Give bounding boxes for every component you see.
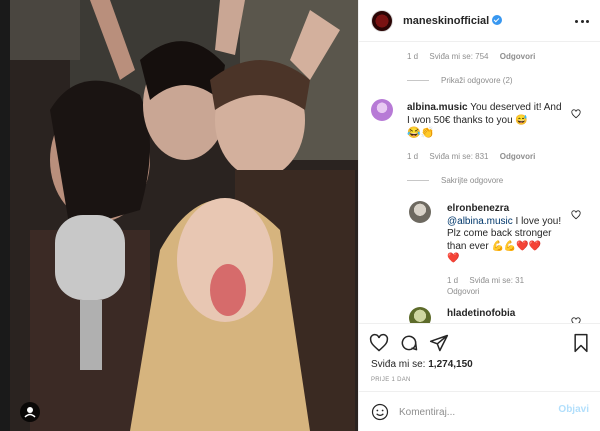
post-timestamp[interactable]: PRIJE 1 DAN: [371, 377, 411, 383]
author-avatar[interactable]: [371, 10, 393, 32]
post-details-panel: maneskinofficial 1 d Sviđa mi se: 754 Od…: [358, 0, 600, 431]
comment-meta: 1 d Sviđa mi se: 831 Odgovori: [407, 152, 535, 161]
likes-line[interactable]: Sviđa mi se: 1,274,150: [371, 359, 473, 370]
comment-bar: Objavi: [359, 391, 600, 431]
reply-like-heart-icon[interactable]: [571, 210, 581, 220]
comment-emojis: 😂👏: [407, 127, 435, 139]
comment-likes[interactable]: Sviđa mi se: 754: [429, 52, 488, 61]
comment-icon[interactable]: [399, 333, 419, 353]
post-photo-area: [0, 0, 358, 431]
comment-input[interactable]: [399, 404, 549, 420]
reply-button[interactable]: Odgovori: [447, 287, 479, 296]
post-actions: Sviđa mi se: 1,274,150 PRIJE 1 DAN Objav…: [359, 323, 600, 431]
reply-time: 1 d: [447, 276, 459, 285]
likes-count: 1,274,150: [428, 359, 473, 370]
reply-avatar[interactable]: [409, 307, 431, 323]
more-options-icon[interactable]: [575, 14, 589, 28]
hide-replies-toggle[interactable]: Sakrijte odgovore: [407, 176, 503, 185]
reply-body: elronbenezra @albina.music I love you! P…: [447, 203, 571, 266]
post-comment-button[interactable]: Objavi: [558, 404, 589, 415]
verified-badge-icon: [492, 15, 503, 25]
comment-time: 1 d: [407, 52, 419, 61]
user-tag-icon[interactable]: [20, 402, 40, 422]
reply-username[interactable]: elronbenezra: [447, 203, 509, 214]
comment-like-heart-icon[interactable]: [571, 109, 581, 119]
comment-likes[interactable]: Sviđa mi se: 831: [429, 152, 488, 161]
show-replies-label: Prikaži odgovore (2): [441, 76, 513, 85]
reply-username[interactable]: hladetinofobia: [447, 308, 515, 319]
post-header: maneskinofficial: [359, 0, 600, 42]
heart-icon[interactable]: [369, 333, 389, 353]
share-icon[interactable]: [429, 333, 449, 353]
commenter-username[interactable]: albina.music: [407, 102, 468, 113]
reply-avatar[interactable]: [409, 201, 431, 223]
user-tag-glyph: [24, 407, 36, 418]
author-username[interactable]: maneskinofficial: [403, 15, 489, 27]
reply-meta: 1 d Sviđa mi se: 31: [447, 276, 533, 285]
reply-mention[interactable]: @albina.music: [447, 216, 513, 227]
comment-time: 1 d: [407, 152, 419, 161]
comment-body: albina.music You deserved it! And I won …: [407, 101, 565, 127]
background-strip: [0, 0, 10, 431]
reply-button[interactable]: Odgovori: [500, 152, 536, 161]
reply-emoji-line: ❤️: [447, 253, 460, 264]
reply-button[interactable]: Odgovori: [500, 52, 536, 61]
author-username-line: maneskinofficial: [403, 15, 503, 27]
likes-label: Sviđa mi se:: [371, 359, 426, 370]
reply-likes[interactable]: Sviđa mi se: 31: [469, 276, 524, 285]
comments-list: 1 d Sviđa mi se: 754 Odgovori Prikaži od…: [359, 43, 600, 323]
show-replies-toggle[interactable]: Prikaži odgovore (2): [407, 76, 513, 85]
post-image-illustration: [10, 0, 358, 431]
commenter-avatar[interactable]: [371, 99, 393, 121]
smile-icon[interactable]: [371, 403, 389, 421]
bookmark-icon[interactable]: [571, 333, 591, 353]
post-image[interactable]: [10, 0, 358, 431]
comment-meta: 1 d Sviđa mi se: 754 Odgovori: [407, 52, 535, 61]
hide-replies-label: Sakrijte odgovore: [441, 176, 504, 185]
